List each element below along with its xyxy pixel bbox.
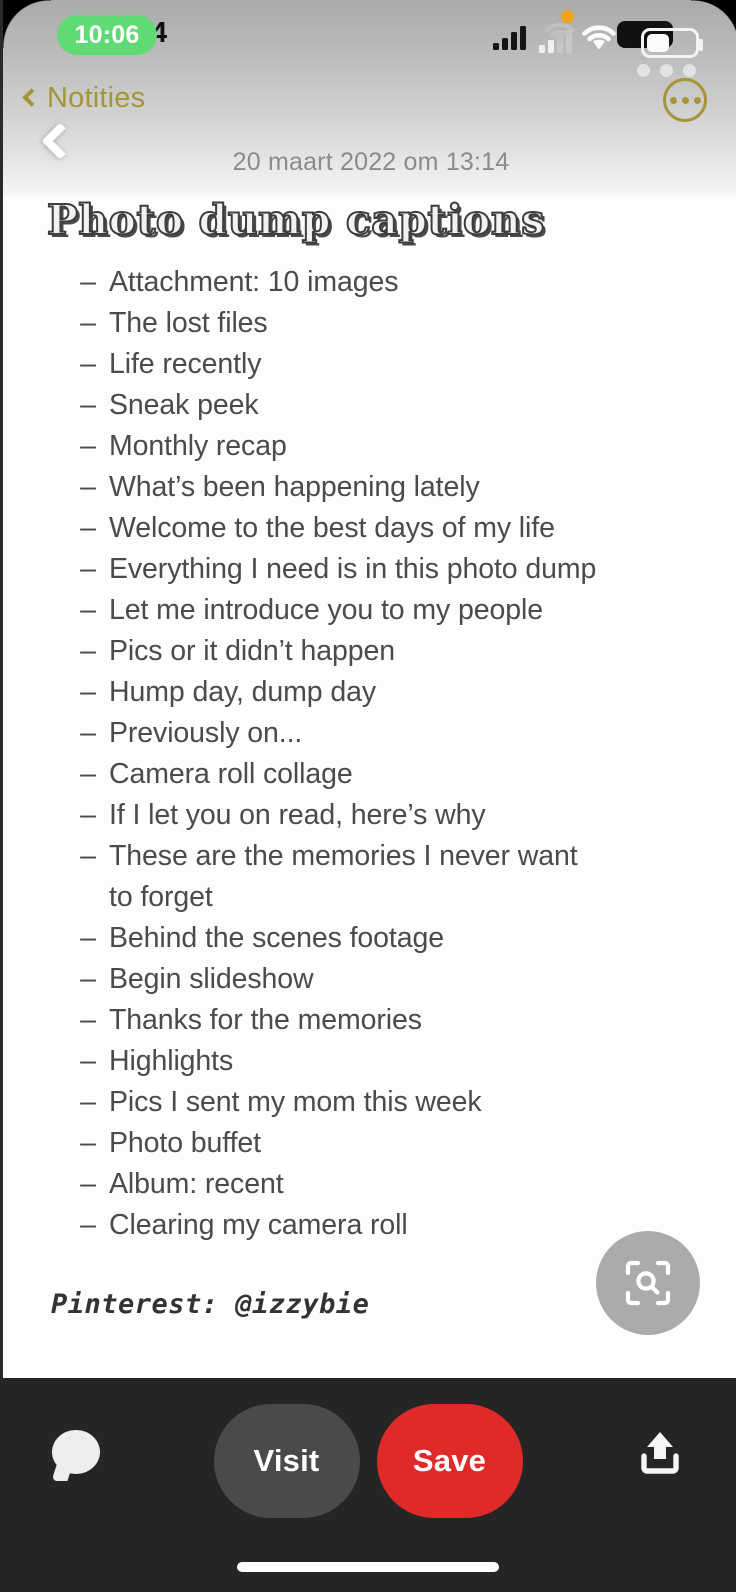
list-item-label: Attachment: 10 images: [109, 266, 399, 298]
list-bullet-dash: –: [80, 1086, 96, 1118]
list-bullet-dash: –: [80, 676, 96, 708]
note-caption-list: – Attachment: 10 images – The lost files…: [3, 262, 736, 1246]
list-item-label: Everything I need is in this photo dump: [109, 553, 597, 585]
list-item-label: Begin slideshow: [109, 963, 314, 995]
chevron-left-icon: [22, 88, 41, 107]
list-bullet-dash: –: [80, 430, 96, 462]
list-bullet-dash: –: [80, 512, 96, 544]
pin-image[interactable]: 4 10:06 Notities 20 maart 2022 om 13:14 …: [0, 0, 736, 1378]
note-title: Photo dump captions: [46, 195, 545, 245]
list-bullet-dash: –: [80, 348, 96, 380]
list-bullet-dash: –: [80, 963, 96, 995]
list-bullet-dash: –: [80, 1168, 96, 1200]
list-bullet-dash: –: [80, 1004, 96, 1036]
list-item-label: Pics or it didn’t happen: [109, 635, 395, 667]
share-upload-icon: [641, 1432, 679, 1474]
list-item-label: These are the memories I never want to f…: [109, 840, 578, 913]
list-bullet-dash: –: [80, 266, 96, 298]
list-item: – Welcome to the best days of my life: [3, 508, 705, 549]
list-bullet-dash: –: [80, 471, 96, 503]
notes-back-button[interactable]: Notities: [22, 82, 146, 115]
list-item: – Let me introduce you to my people: [3, 590, 705, 631]
notes-nav-bar: Notities: [3, 78, 736, 142]
list-bullet-dash: –: [80, 307, 96, 339]
list-item-label: Album: recent: [109, 1168, 284, 1200]
list-item: – Previously on...: [3, 713, 705, 754]
list-item: – Clearing my camera roll: [3, 1205, 705, 1246]
list-bullet-dash: –: [80, 553, 96, 585]
note-date: 20 maart 2022 om 13:14: [232, 148, 510, 176]
cellular-signal-icon: [493, 26, 526, 50]
list-item: – If I let you on read, here’s why: [3, 795, 705, 836]
list-item-label: Camera roll collage: [109, 758, 353, 790]
list-bullet-dash: –: [80, 1209, 96, 1241]
list-bullet-dash: –: [80, 922, 96, 954]
list-item-label: Clearing my camera roll: [109, 1209, 408, 1241]
share-button[interactable]: [624, 1404, 696, 1500]
list-bullet-dash: –: [80, 1045, 96, 1077]
pinterest-handle-signature: Pinterest: @izzybie: [51, 1289, 370, 1320]
list-item: – Pics I sent my mom this week: [3, 1082, 705, 1123]
list-item-label: Welcome to the best days of my life: [109, 512, 555, 544]
list-item-label: Pics I sent my mom this week: [109, 1086, 482, 1118]
list-item: – Sneak peek: [3, 385, 705, 426]
list-item-label: Let me introduce you to my people: [109, 594, 543, 626]
list-item-label: Previously on...: [109, 717, 303, 749]
list-bullet-dash: –: [80, 717, 96, 749]
comment-button[interactable]: [40, 1404, 112, 1500]
primary-actions: Visit Save: [213, 1404, 523, 1518]
status-bar-icons: [483, 10, 713, 77]
list-item: – Begin slideshow: [3, 959, 705, 1000]
list-bullet-dash: –: [80, 389, 96, 421]
list-item-label: Monthly recap: [109, 430, 287, 462]
battery-icon: [641, 28, 703, 58]
pin-action-bar: Visit Save: [0, 1378, 736, 1592]
comment-bubble-icon: [52, 1430, 100, 1474]
list-item-label: If I let you on read, here’s why: [109, 799, 486, 831]
list-item-label: Hump day, dump day: [109, 676, 376, 708]
visual-search-lens-icon: [625, 1260, 671, 1306]
visit-button[interactable]: Visit: [213, 1404, 360, 1518]
wifi-icon: [581, 24, 617, 57]
phone-screen: 4 10:06 Notities 20 maart 2022 om 13:14 …: [0, 0, 736, 1592]
list-bullet-dash: –: [80, 1127, 96, 1159]
list-item: – Highlights: [3, 1041, 705, 1082]
notes-back-label: Notities: [47, 82, 146, 114]
list-item: – Monthly recap: [3, 426, 705, 467]
wifi-ghost-icon: [543, 20, 577, 52]
list-item-label: Life recently: [109, 348, 262, 380]
list-bullet-dash: –: [80, 635, 96, 667]
list-item: – Everything I need is in this photo dum…: [3, 549, 705, 590]
status-extra-dots-icon: [637, 64, 696, 77]
list-item-label: Thanks for the memories: [109, 1004, 422, 1036]
list-item: – Behind the scenes footage: [3, 918, 705, 959]
status-time-pill: 10:06: [57, 15, 157, 55]
save-button[interactable]: Save: [376, 1404, 523, 1518]
list-bullet-dash: –: [80, 594, 96, 626]
more-options-icon[interactable]: [663, 78, 707, 122]
list-bullet-dash: –: [80, 799, 96, 831]
list-item: – Pics or it didn’t happen: [3, 631, 705, 672]
list-item: – Attachment: 10 images: [3, 262, 705, 303]
status-bar: 4 10:06: [3, 0, 736, 77]
list-item: – Camera roll collage: [3, 754, 705, 795]
list-item-label: Highlights: [109, 1045, 234, 1077]
list-item-label: Sneak peek: [109, 389, 259, 421]
list-item: – Life recently: [3, 344, 705, 385]
list-item: – Album: recent: [3, 1164, 705, 1205]
list-item-label: What’s been happening lately: [109, 471, 480, 503]
list-item: – What’s been happening lately: [3, 467, 705, 508]
list-item: – These are the memories I never want to…: [3, 836, 705, 918]
list-item-label: Photo buffet: [109, 1127, 261, 1159]
list-bullet-dash: –: [80, 758, 96, 790]
home-indicator: [237, 1562, 499, 1572]
visual-search-button[interactable]: [596, 1231, 700, 1335]
list-item-label: The lost files: [109, 307, 268, 339]
list-item: – Thanks for the memories: [3, 1000, 705, 1041]
list-item: – Photo buffet: [3, 1123, 705, 1164]
list-item-label: Behind the scenes footage: [109, 922, 445, 954]
list-bullet-dash: –: [80, 840, 96, 872]
list-item: – Hump day, dump day: [3, 672, 705, 713]
list-item: – The lost files: [3, 303, 705, 344]
